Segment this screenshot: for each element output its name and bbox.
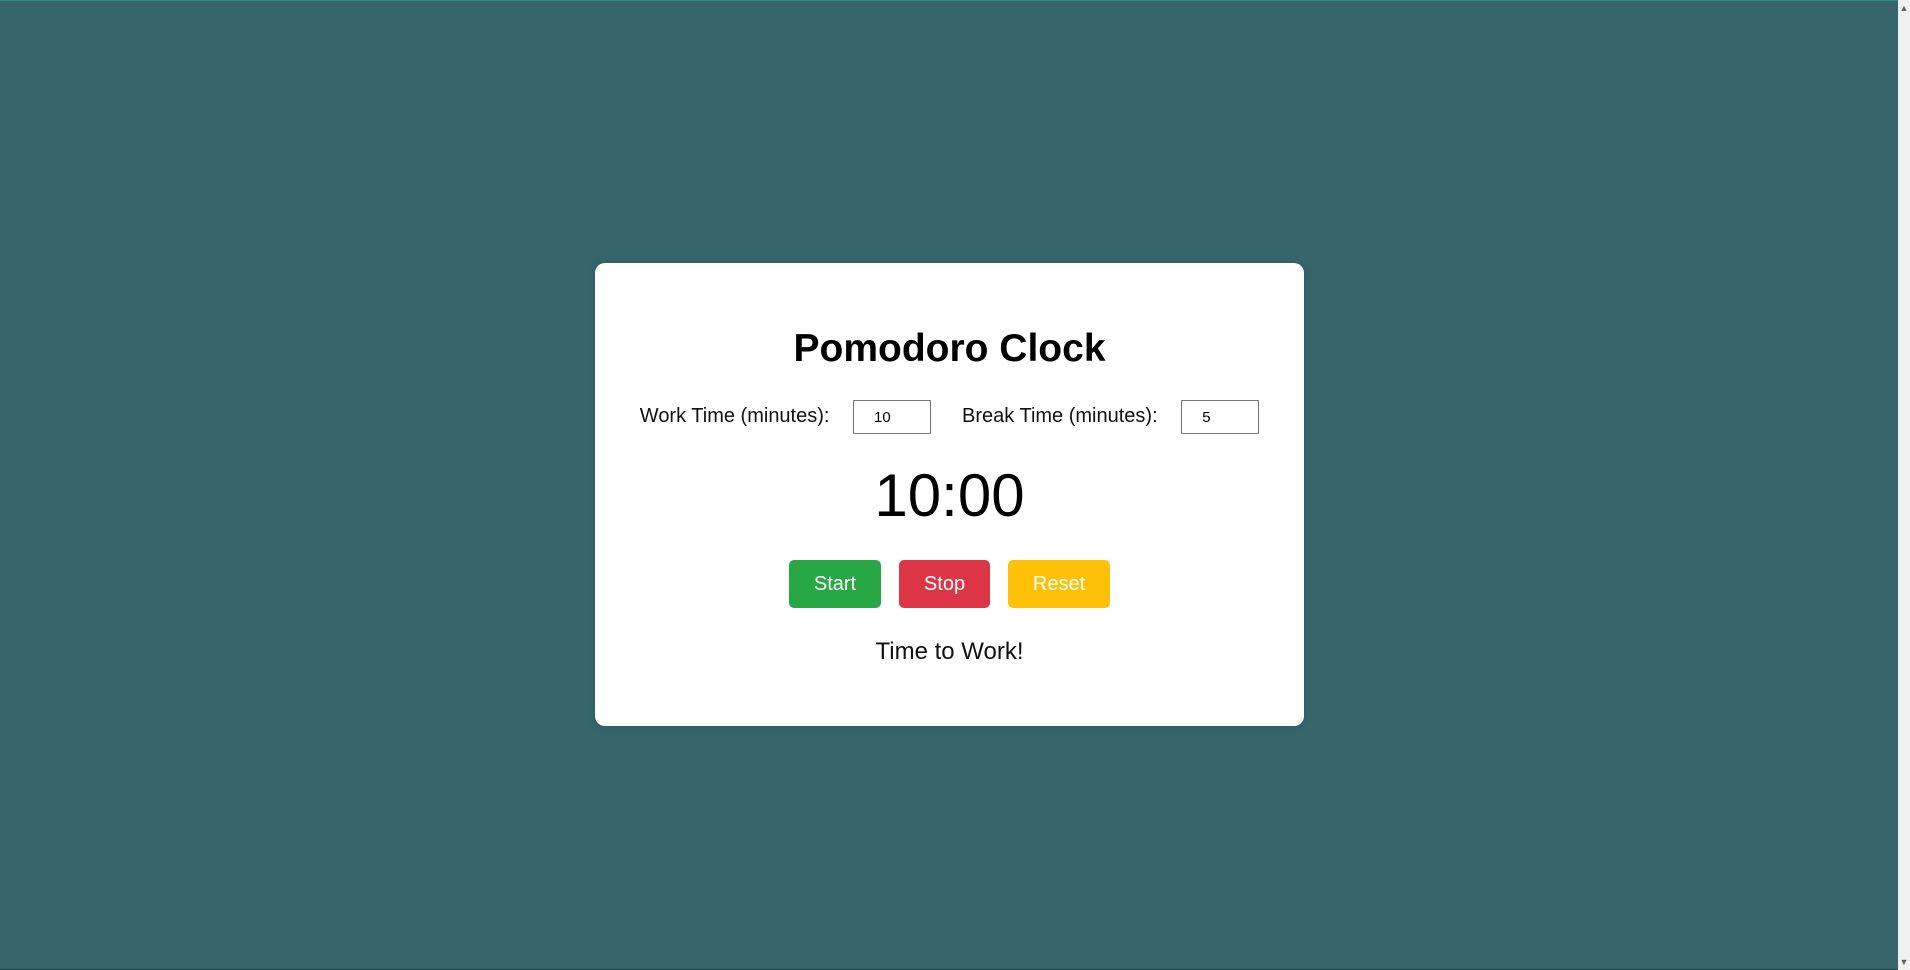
status-message: Time to Work! xyxy=(875,638,1024,665)
work-time-input[interactable] xyxy=(853,400,932,434)
stop-button[interactable]: Stop xyxy=(899,560,990,608)
pomodoro-card: Pomodoro Clock Work Time (minutes): Brea… xyxy=(595,263,1304,726)
vertical-scrollbar[interactable]: ▲ ▼ xyxy=(1898,0,1910,970)
chevron-up-icon[interactable]: ▲ xyxy=(1899,2,1909,14)
start-button[interactable]: Start xyxy=(789,560,881,608)
chevron-down-icon[interactable]: ▼ xyxy=(1899,956,1909,968)
timer-display: 10:00 xyxy=(874,462,1025,529)
break-time-label: Break Time (minutes): xyxy=(962,404,1158,427)
controls-row: Start Stop Reset xyxy=(595,560,1304,608)
settings-row: Work Time (minutes): Break Time (minutes… xyxy=(595,399,1304,435)
work-time-label: Work Time (minutes): xyxy=(639,404,830,427)
work-time-group: Work Time (minutes): xyxy=(639,400,932,434)
break-time-group: Break Time (minutes): xyxy=(962,400,1260,434)
page-title: Pomodoro Clock xyxy=(793,327,1106,370)
reset-button[interactable]: Reset xyxy=(1008,560,1110,608)
break-time-input[interactable] xyxy=(1181,400,1260,434)
top-border xyxy=(0,0,1898,1)
